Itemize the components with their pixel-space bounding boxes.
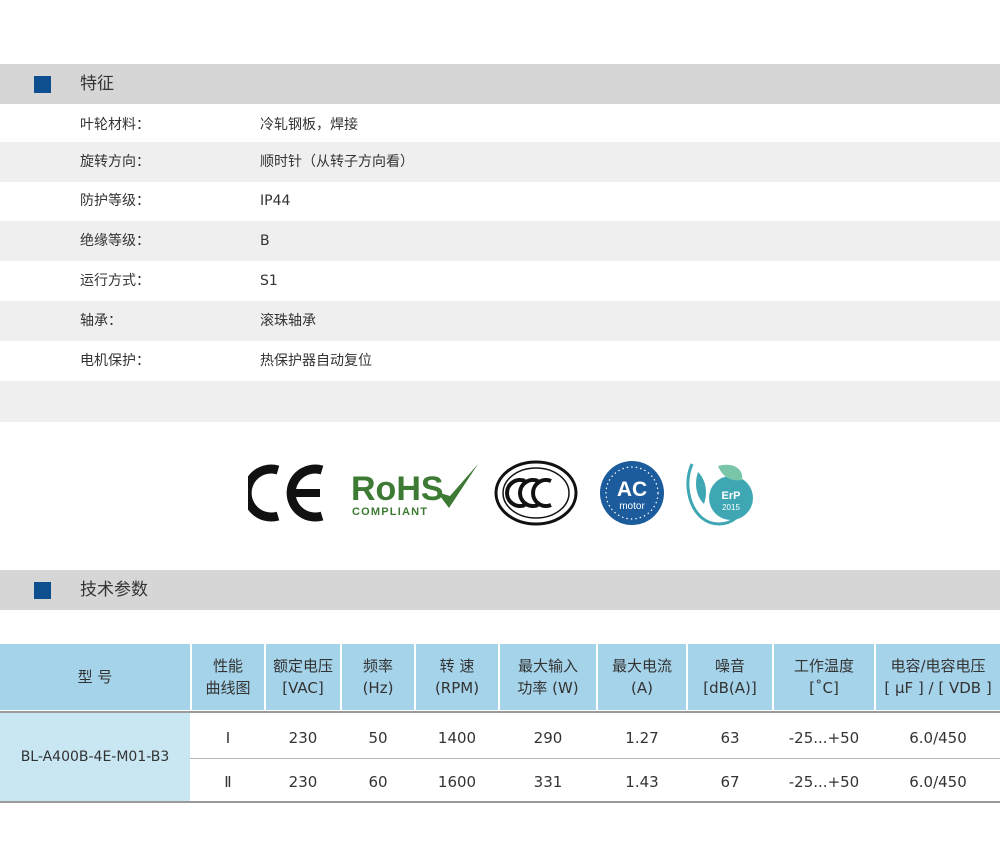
feature-row: 绝缘等级： B (0, 221, 1000, 261)
erp-year: 2015 (722, 503, 740, 512)
cell-frequency: 50 (368, 729, 388, 747)
header-curve: 性能 曲线图 (192, 644, 264, 710)
feature-row: 运行方式： S1 (0, 261, 1000, 301)
feature-label: 旋转方向： (80, 154, 150, 170)
rohs-compliant-icon: RoHS COMPLIANT (351, 464, 478, 518)
cell-voltage: 230 (288, 729, 318, 747)
cell-noise: 67 (720, 773, 740, 791)
cell-frequency: 60 (368, 773, 388, 791)
table-bottom-border (0, 801, 1000, 803)
feature-value: 热保护器自动复位 (260, 353, 372, 369)
feature-row: 防护等级： IP44 (0, 181, 1000, 221)
specs-section-header: 技术参数 (0, 570, 1000, 610)
header-noise: 噪音 [dB(A)] (688, 644, 772, 710)
cell-capacitor: 6.0/450 (909, 773, 967, 791)
ac-motor-icon: AC motor (600, 461, 664, 525)
erp-2015-icon: ErP 2015 (686, 463, 753, 526)
feature-value: B (260, 233, 270, 249)
cell-speed: 1400 (437, 729, 477, 747)
cell-speed: 1600 (437, 773, 477, 791)
model-cell: BL-A400B-4E-M01-B3 (0, 713, 190, 801)
cell-temperature: -25...+50 (788, 773, 860, 791)
erp-title: ErP (722, 490, 741, 502)
feature-row: 旋转方向： 顺时针（从转子方向看） (0, 142, 1000, 182)
feature-value: S1 (260, 273, 278, 289)
cell-curve: Ⅱ (224, 773, 232, 791)
cell-current: 1.43 (625, 773, 659, 791)
header-temperature: 工作温度 [˚C] (774, 644, 874, 710)
row-divider (190, 758, 1000, 759)
cell-temperature: -25...+50 (788, 729, 860, 747)
ac-motor-subtitle: motor (619, 501, 645, 512)
rohs-subtitle: COMPLIANT (352, 506, 428, 518)
feature-row: 轴承： 滚珠轴承 (0, 301, 1000, 341)
feature-row: 电机保护： 热保护器自动复位 (0, 341, 1000, 381)
header-power: 最大输入 功率 (W) (500, 644, 596, 710)
features-section-title: 特征 (80, 74, 114, 94)
specs-section-title: 技术参数 (80, 580, 148, 600)
feature-label: 运行方式： (80, 273, 150, 289)
header-model: 型 号 (0, 644, 190, 710)
header-voltage: 额定电压 [VAC] (266, 644, 340, 710)
ccc-mark-icon (494, 460, 578, 526)
feature-value: 滚珠轴承 (260, 313, 316, 329)
section-marker (34, 76, 51, 93)
feature-label: 防护等级： (80, 193, 150, 209)
cell-current: 1.27 (625, 729, 659, 747)
ce-mark-icon (248, 464, 324, 522)
header-current: 最大电流 (A) (598, 644, 686, 710)
cell-power: 290 (533, 729, 563, 747)
cell-power: 331 (533, 773, 563, 791)
section-marker (34, 582, 51, 599)
feature-value: 顺时针（从转子方向看） (260, 154, 414, 170)
ac-motor-title: AC (617, 478, 647, 501)
feature-label: 绝缘等级： (80, 233, 150, 249)
feature-label: 叶轮材料： (80, 117, 150, 133)
feature-row-empty (0, 381, 1000, 422)
feature-row: 叶轮材料： 冷轧钢板，焊接 (0, 105, 1000, 145)
rohs-title: RoHS (351, 470, 444, 508)
cell-noise: 63 (720, 729, 740, 747)
features-section-header: 特征 (0, 64, 1000, 104)
header-capacitor: 电容/电容电压 [ μF ] / [ VDB ] (876, 644, 1000, 710)
feature-label: 电机保护： (80, 353, 150, 369)
cell-voltage: 230 (288, 773, 318, 791)
feature-value: IP44 (260, 193, 291, 209)
cell-capacitor: 6.0/450 (909, 729, 967, 747)
feature-label: 轴承： (80, 313, 122, 329)
header-frequency: 频率 (Hz) (342, 644, 414, 710)
header-speed: 转 速 (RPM) (416, 644, 498, 710)
cell-curve: Ⅰ (225, 729, 231, 747)
feature-value: 冷轧钢板，焊接 (260, 117, 358, 133)
